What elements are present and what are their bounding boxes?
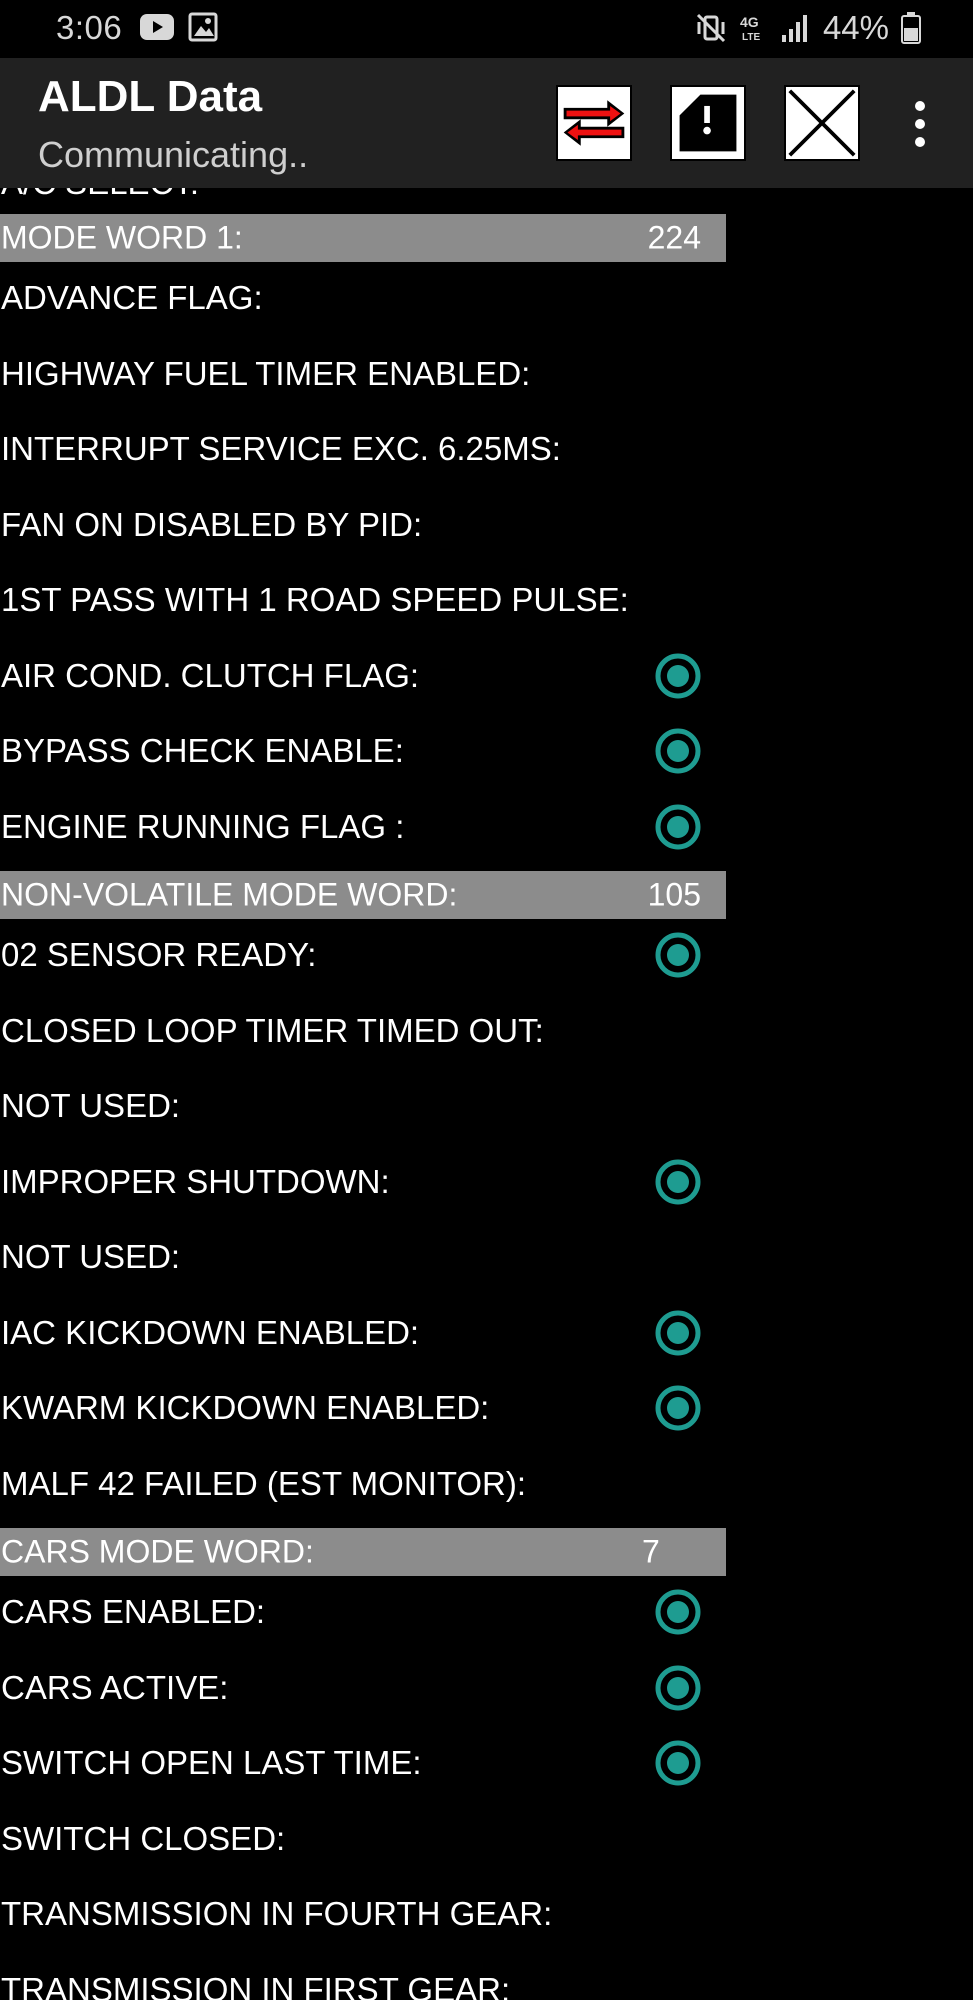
disconnect-button[interactable] [784, 85, 860, 161]
youtube-icon [140, 14, 174, 40]
flag-label: BYPASS CHECK ENABLE: [1, 732, 404, 769]
battery-icon [901, 12, 921, 44]
flag-label: 02 SENSOR READY: [1, 936, 317, 973]
section-header-label: CARS MODE WORD: [1, 1533, 314, 1570]
section-header-value: 224 [647, 219, 701, 256]
flag-on-indicator-icon [655, 804, 701, 849]
flag-on-indicator-icon [655, 653, 701, 698]
flag-on-indicator-icon [655, 728, 701, 774]
flag-row: CARS ENABLED: [0, 1582, 726, 1642]
flag-row: SWITCH CLOSED: [0, 1809, 726, 1869]
gallery-icon [188, 12, 218, 42]
flag-row: 1ST PASS WITH 1 ROAD SPEED PULSE: [0, 570, 726, 630]
flag-label: TRANSMISSION IN FOURTH GEAR: [1, 1895, 553, 1932]
status-bar: 3:06 4G LTE 44% [0, 0, 973, 58]
flag-label: AIR COND. CLUTCH FLAG: [1, 656, 420, 694]
section-header: MODE WORD 1: 224 [0, 214, 726, 262]
aldl-data-list[interactable]: A/C SELECT: MODE WORD 1: 224 ADVANCE FLAG:… [0, 188, 973, 2000]
flag-label: MALF 42 FAILED (EST MONITOR): [1, 1464, 527, 1502]
flag-row: ADVANCE FLAG: [0, 268, 726, 328]
flag-label: IMPROPER SHUTDOWN: [1, 1162, 390, 1200]
flag-row: AIR COND. CLUTCH FLAG: [0, 646, 726, 706]
swap-arrows-icon [563, 100, 625, 146]
section-header-value: 7 [642, 1533, 660, 1570]
flag-label: 1ST PASS WITH 1 ROAD SPEED PULSE: [1, 581, 629, 618]
flag-label: NOT USED: [1, 1087, 181, 1124]
flag-label: INTERRUPT SERVICE EXC. 6.25MS: [1, 430, 561, 467]
section-header-label: MODE WORD 1: [1, 219, 243, 256]
flag-on-indicator-icon [655, 1665, 701, 1710]
flag-row: CLOSED LOOP TIMER TIMED OUT: [0, 1001, 726, 1061]
flag-row: FAN ON DISABLED BY PID: [0, 495, 726, 555]
flag-on-indicator-icon [655, 1589, 701, 1635]
flag-row: IMPROPER SHUTDOWN: [0, 1152, 726, 1212]
section-header: CARS MODE WORD: 7 [0, 1528, 726, 1576]
flag-label: ENGINE RUNNING FLAG : [1, 807, 405, 845]
flag-row: MALF 42 FAILED (EST MONITOR): [0, 1454, 726, 1514]
svg-text:LTE: LTE [742, 32, 760, 43]
save-disk-icon [679, 94, 737, 152]
overflow-menu-icon[interactable] [900, 94, 940, 154]
close-x-icon [788, 89, 856, 157]
flag-label: SWITCH OPEN LAST TIME: [1, 1744, 422, 1781]
save-log-button[interactable] [670, 85, 746, 161]
flag-row: BYPASS CHECK ENABLE: [0, 721, 726, 781]
flag-on-indicator-icon [655, 1385, 701, 1431]
mute-icon [696, 13, 725, 43]
flag-row: 02 SENSOR READY: [0, 925, 726, 985]
flag-on-indicator-icon [655, 1740, 701, 1786]
flag-row: INTERRUPT SERVICE EXC. 6.25MS: [0, 419, 726, 479]
signal-icon [781, 15, 807, 42]
flag-label: CARS ENABLED: [1, 1593, 266, 1630]
flag-label: NOT USED: [1, 1238, 181, 1275]
flag-label: ADVANCE FLAG: [1, 279, 263, 316]
battery-percent: 44% [822, 9, 889, 46]
flag-row: NOT USED: [0, 1227, 726, 1287]
flag-label: HIGHWAY FUEL TIMER ENABLED: [1, 354, 531, 392]
flag-row: NOT USED: [0, 1076, 726, 1136]
flag-row: TRANSMISSION IN FOURTH GEAR: [0, 1884, 726, 1944]
section-header: NON-VOLATILE MODE WORD: 105 [0, 871, 726, 919]
flag-row: TRANSMISSION IN FIRST GEAR: [0, 1960, 726, 2000]
status-time: 3:06 [56, 9, 123, 46]
flag-on-indicator-icon [655, 1310, 701, 1355]
status-icons: 4G LTE 44% [695, 8, 921, 48]
network-4g-icon: 4G LTE [740, 14, 760, 43]
flag-on-indicator-icon [655, 1159, 701, 1204]
flag-label: IAC KICKDOWN ENABLED: [1, 1313, 420, 1351]
flag-row: SWITCH OPEN LAST TIME: [0, 1733, 726, 1793]
connection-status: Communicating.. [38, 134, 309, 175]
flag-label: CLOSED LOOP TIMER TIMED OUT: [1, 1011, 544, 1049]
flag-on-indicator-icon [655, 932, 701, 978]
partial-row-label: A/C SELECT: [1, 188, 199, 202]
flag-row: IAC KICKDOWN ENABLED: [0, 1303, 726, 1363]
flag-label: TRANSMISSION IN FIRST GEAR: [1, 1970, 511, 2000]
svg-text:4G: 4G [740, 14, 759, 30]
flag-row: ENGINE RUNNING FLAG : [0, 797, 726, 857]
flag-label: SWITCH CLOSED: [1, 1819, 286, 1857]
flag-row: CARS ACTIVE: [0, 1658, 726, 1718]
flag-label: KWARM KICKDOWN ENABLED: [1, 1389, 490, 1426]
flag-row: KWARM KICKDOWN ENABLED: [0, 1378, 726, 1438]
flag-row: HIGHWAY FUEL TIMER ENABLED: [0, 344, 726, 404]
section-header-value: 105 [647, 876, 701, 913]
flag-label: FAN ON DISABLED BY PID: [1, 505, 423, 543]
app-title: ALDL Data [38, 72, 263, 121]
app-bar: ALDL Data Communicating.. [0, 58, 973, 188]
flag-label: CARS ACTIVE: [1, 1668, 229, 1706]
section-header-label: NON-VOLATILE MODE WORD: [1, 876, 458, 913]
swap-data-button[interactable] [556, 85, 632, 161]
